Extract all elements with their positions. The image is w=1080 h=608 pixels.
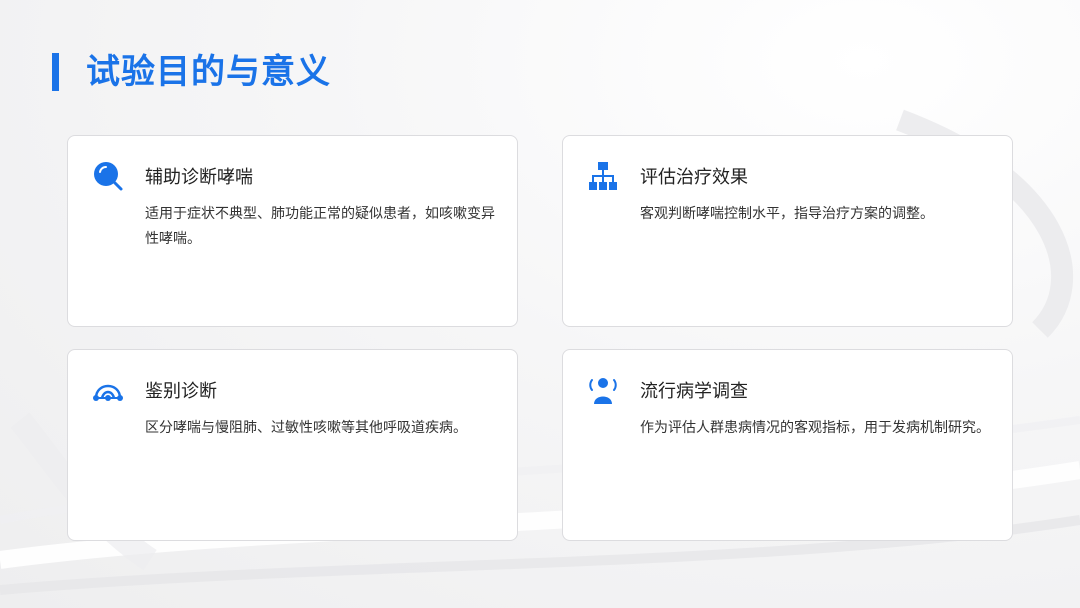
title-accent-bar (52, 53, 59, 91)
card-title: 流行病学调查 (640, 381, 748, 402)
card-description: 作为评估人群患病情况的客观指标，用于发病机制研究。 (640, 420, 990, 436)
card-description: 区分哮喘与慢阻肺、过敏性咳嗽等其他呼吸道疾病。 (145, 420, 467, 436)
card-auxiliary-diagnosis: 辅助诊断哮喘 适用于症状不典型、肺功能正常的疑似患者，如咳嗽变异性哮喘。 (67, 135, 518, 327)
card-description: 适用于症状不典型、肺功能正常的疑似患者，如咳嗽变异性哮喘。 (145, 206, 495, 247)
card-differential-diagnosis: 鉴别诊断 区分哮喘与慢阻肺、过敏性咳嗽等其他呼吸道疾病。 (67, 349, 518, 541)
card-title: 鉴别诊断 (145, 381, 217, 402)
page-title: 试验目的与意义 (86, 52, 331, 92)
card-description: 客观判断哮喘控制水平，指导治疗方案的调整。 (640, 206, 934, 222)
network-arc-icon (92, 374, 124, 406)
people-group-icon (587, 374, 619, 406)
hierarchy-icon (587, 160, 619, 192)
card-title: 评估治疗效果 (640, 167, 748, 188)
card-epidemiology-survey: 流行病学调查 作为评估人群患病情况的客观指标，用于发病机制研究。 (562, 349, 1013, 541)
search-icon (92, 160, 124, 192)
card-treatment-evaluation: 评估治疗效果 客观判断哮喘控制水平，指导治疗方案的调整。 (562, 135, 1013, 327)
card-title: 辅助诊断哮喘 (145, 167, 253, 188)
